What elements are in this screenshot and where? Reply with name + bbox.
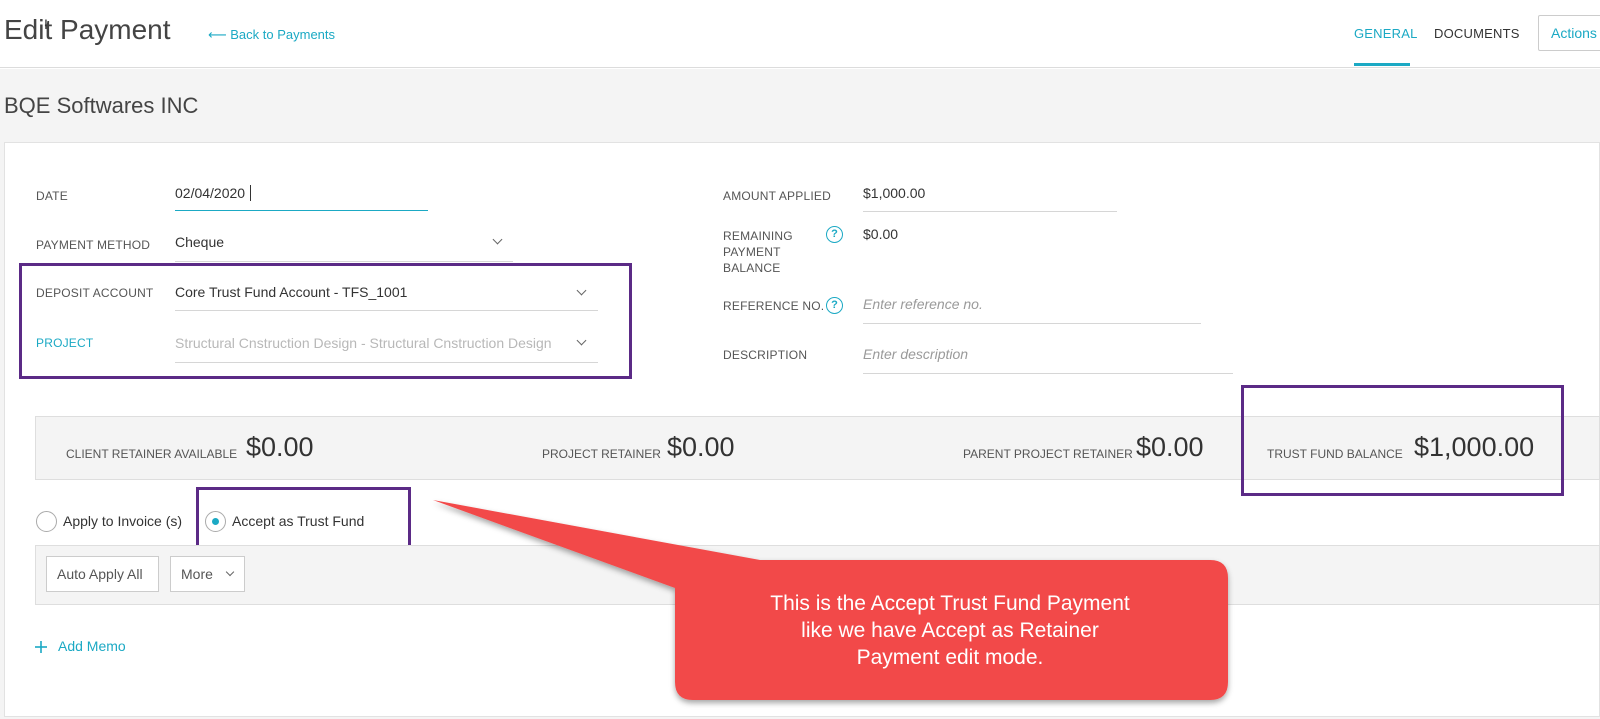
text-cursor-icon: I bbox=[44, 16, 48, 32]
client-retainer-value: $0.00 bbox=[246, 432, 314, 462]
apply-to-invoice-label[interactable]: Apply to Invoice (s) bbox=[63, 513, 182, 529]
date-underline bbox=[175, 210, 428, 211]
more-button[interactable]: More bbox=[170, 556, 245, 592]
auto-apply-all-button[interactable]: Auto Apply All bbox=[46, 556, 159, 592]
highlight-box-accept-trust-fund bbox=[196, 487, 411, 549]
payment-method-select[interactable]: Cheque bbox=[175, 234, 224, 250]
amount-applied-label: AMOUNT APPLIED bbox=[723, 189, 831, 203]
more-button-label: More bbox=[181, 566, 213, 582]
description-underline bbox=[863, 373, 1233, 374]
help-icon[interactable]: ? bbox=[826, 226, 843, 243]
highlight-box-deposit-project bbox=[19, 263, 632, 379]
remaining-balance-label-3: BALANCE bbox=[723, 261, 781, 275]
amount-applied-input[interactable]: $1,000.00 bbox=[863, 185, 925, 201]
description-input[interactable]: Enter description bbox=[863, 346, 968, 362]
remaining-balance-value: $0.00 bbox=[863, 226, 899, 242]
parent-project-retainer-value: $0.00 bbox=[1136, 432, 1204, 462]
page-header: Edit Payment ⟵ Back to Payments GENERAL … bbox=[0, 0, 1600, 68]
parent-project-retainer-label: PARENT PROJECT RETAINER bbox=[963, 447, 1133, 461]
tab-documents[interactable]: DOCUMENTS bbox=[1434, 26, 1520, 41]
date-label: DATE bbox=[36, 189, 68, 203]
back-to-payments-link[interactable]: ⟵ Back to Payments bbox=[208, 27, 335, 43]
highlight-box-trust-fund-balance bbox=[1241, 385, 1564, 496]
client-retainer-label: CLIENT RETAINER AVAILABLE bbox=[66, 447, 238, 461]
help-icon[interactable]: ? bbox=[826, 297, 843, 314]
tab-general[interactable]: GENERAL bbox=[1354, 26, 1418, 41]
description-label: DESCRIPTION bbox=[723, 348, 808, 362]
amount-applied-underline bbox=[863, 211, 1117, 212]
callout-line-1: This is the Accept Trust Fund Payment bbox=[770, 592, 1130, 615]
apply-to-invoice-radio[interactable] bbox=[36, 511, 57, 532]
text-caret bbox=[250, 185, 251, 201]
callout-text: This is the Accept Trust Fund Payment li… bbox=[700, 590, 1200, 671]
date-input[interactable]: 02/04/2020 bbox=[175, 185, 245, 201]
actions-button[interactable]: Actions bbox=[1538, 15, 1600, 51]
active-tab-indicator bbox=[1354, 63, 1410, 66]
reference-no-underline bbox=[863, 323, 1201, 324]
payment-method-label: PAYMENT METHOD bbox=[36, 238, 151, 252]
callout-line-3: Payment edit mode. bbox=[856, 646, 1044, 669]
chevron-down-icon bbox=[225, 567, 235, 577]
project-retainer-label: PROJECT RETAINER bbox=[542, 447, 661, 461]
payment-method-underline bbox=[175, 261, 513, 262]
remaining-balance-label-2: PAYMENT bbox=[723, 245, 781, 259]
callout-line-2: like we have Accept as Retainer bbox=[801, 619, 1099, 642]
project-retainer-value: $0.00 bbox=[667, 432, 735, 462]
add-memo-link[interactable]: Add Memo bbox=[58, 638, 126, 654]
client-name: BQE Softwares INC bbox=[4, 93, 199, 118]
reference-no-label: REFERENCE NO. bbox=[723, 299, 825, 313]
page-title: Edit Payment bbox=[4, 14, 171, 45]
remaining-balance-label-1: REMAINING bbox=[723, 229, 793, 243]
plus-icon[interactable] bbox=[34, 640, 48, 654]
reference-no-input[interactable]: Enter reference no. bbox=[863, 296, 983, 312]
